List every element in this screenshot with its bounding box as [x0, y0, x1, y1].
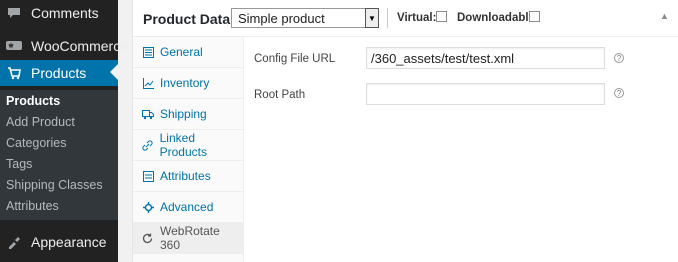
config-file-url-label: Config File URL: [254, 53, 336, 65]
products-icon: [6, 65, 22, 81]
rotate-icon: [142, 232, 154, 244]
inventory-icon: [142, 77, 154, 89]
config-file-url-input[interactable]: /360_assets/test/test.xml: [366, 47, 605, 69]
attributes-icon: [142, 170, 154, 182]
tab-general[interactable]: General: [133, 37, 243, 68]
woocommerce-icon: [6, 38, 22, 54]
current-menu-arrow: [110, 64, 118, 80]
menu-label: Products: [31, 65, 87, 81]
virtual-label: Virtual:: [397, 12, 437, 24]
product-type-select[interactable]: Simple product ▼: [231, 8, 379, 28]
tab-label: Linked Products: [159, 131, 207, 159]
submenu-tags[interactable]: Tags: [6, 157, 32, 171]
root-path-input[interactable]: [366, 83, 605, 105]
help-icon[interactable]: ?: [614, 53, 624, 63]
downloadable-label: Downloadable:: [457, 12, 539, 24]
tab-inventory[interactable]: Inventory: [133, 68, 243, 99]
submenu-add-product[interactable]: Add Product: [6, 115, 75, 129]
product-data-tabs: General Inventory Shipping Linked Produc…: [133, 37, 244, 262]
help-icon[interactable]: ?: [614, 88, 624, 98]
admin-sidebar: Comments WooCommerce Products Products A…: [0, 0, 128, 262]
advanced-icon: [142, 201, 154, 213]
products-submenu: Products Add Product Categories Tags Shi…: [0, 90, 118, 220]
menu-comments[interactable]: Comments: [0, 3, 118, 23]
tab-label: Shipping: [160, 107, 207, 121]
config-file-url-value: /360_assets/test/test.xml: [371, 51, 515, 66]
submenu-attributes[interactable]: Attributes: [6, 199, 59, 213]
tab-webrotate-360[interactable]: WebRotate 360: [133, 223, 243, 254]
tab-attributes[interactable]: Attributes: [133, 161, 243, 192]
shipping-icon: [142, 108, 154, 120]
submenu-categories[interactable]: Categories: [6, 136, 66, 150]
product-type-value: Simple product: [238, 11, 325, 26]
submenu-products[interactable]: Products: [6, 94, 60, 108]
general-icon: [142, 46, 154, 58]
menu-label: Comments: [31, 5, 99, 21]
tab-label: Inventory: [160, 76, 210, 90]
virtual-checkbox[interactable]: [436, 11, 447, 22]
menu-appearance[interactable]: Appearance: [0, 232, 118, 252]
chevron-down-icon[interactable]: ▼: [365, 8, 379, 28]
submenu-shipping-classes[interactable]: Shipping Classes: [6, 178, 103, 192]
tab-label: General: [160, 45, 203, 59]
menu-woocommerce[interactable]: WooCommerce: [0, 36, 128, 56]
menu-label: WooCommerce: [31, 38, 128, 54]
menu-products[interactable]: Products: [0, 60, 118, 86]
link-icon: [142, 139, 154, 151]
tab-label: Attributes: [160, 169, 211, 183]
product-data-panel: Product Data — Simple product ▼ Virtual:…: [132, 0, 678, 262]
menu-label: Appearance: [31, 234, 107, 250]
tab-shipping[interactable]: Shipping: [133, 99, 243, 130]
root-path-label: Root Path: [254, 89, 306, 101]
product-data-header: Product Data — Simple product ▼ Virtual:…: [133, 0, 678, 37]
downloadable-checkbox[interactable]: [529, 11, 540, 22]
collapse-toggle-icon[interactable]: ▲: [660, 11, 669, 21]
tab-linked-products[interactable]: Linked Products: [133, 130, 243, 161]
comment-icon: [6, 5, 22, 21]
divider: [387, 8, 388, 28]
tab-label: Advanced: [160, 200, 214, 214]
tab-advanced[interactable]: Advanced: [133, 192, 243, 223]
appearance-icon: [6, 234, 22, 250]
tab-label: WebRotate 360: [159, 224, 220, 252]
